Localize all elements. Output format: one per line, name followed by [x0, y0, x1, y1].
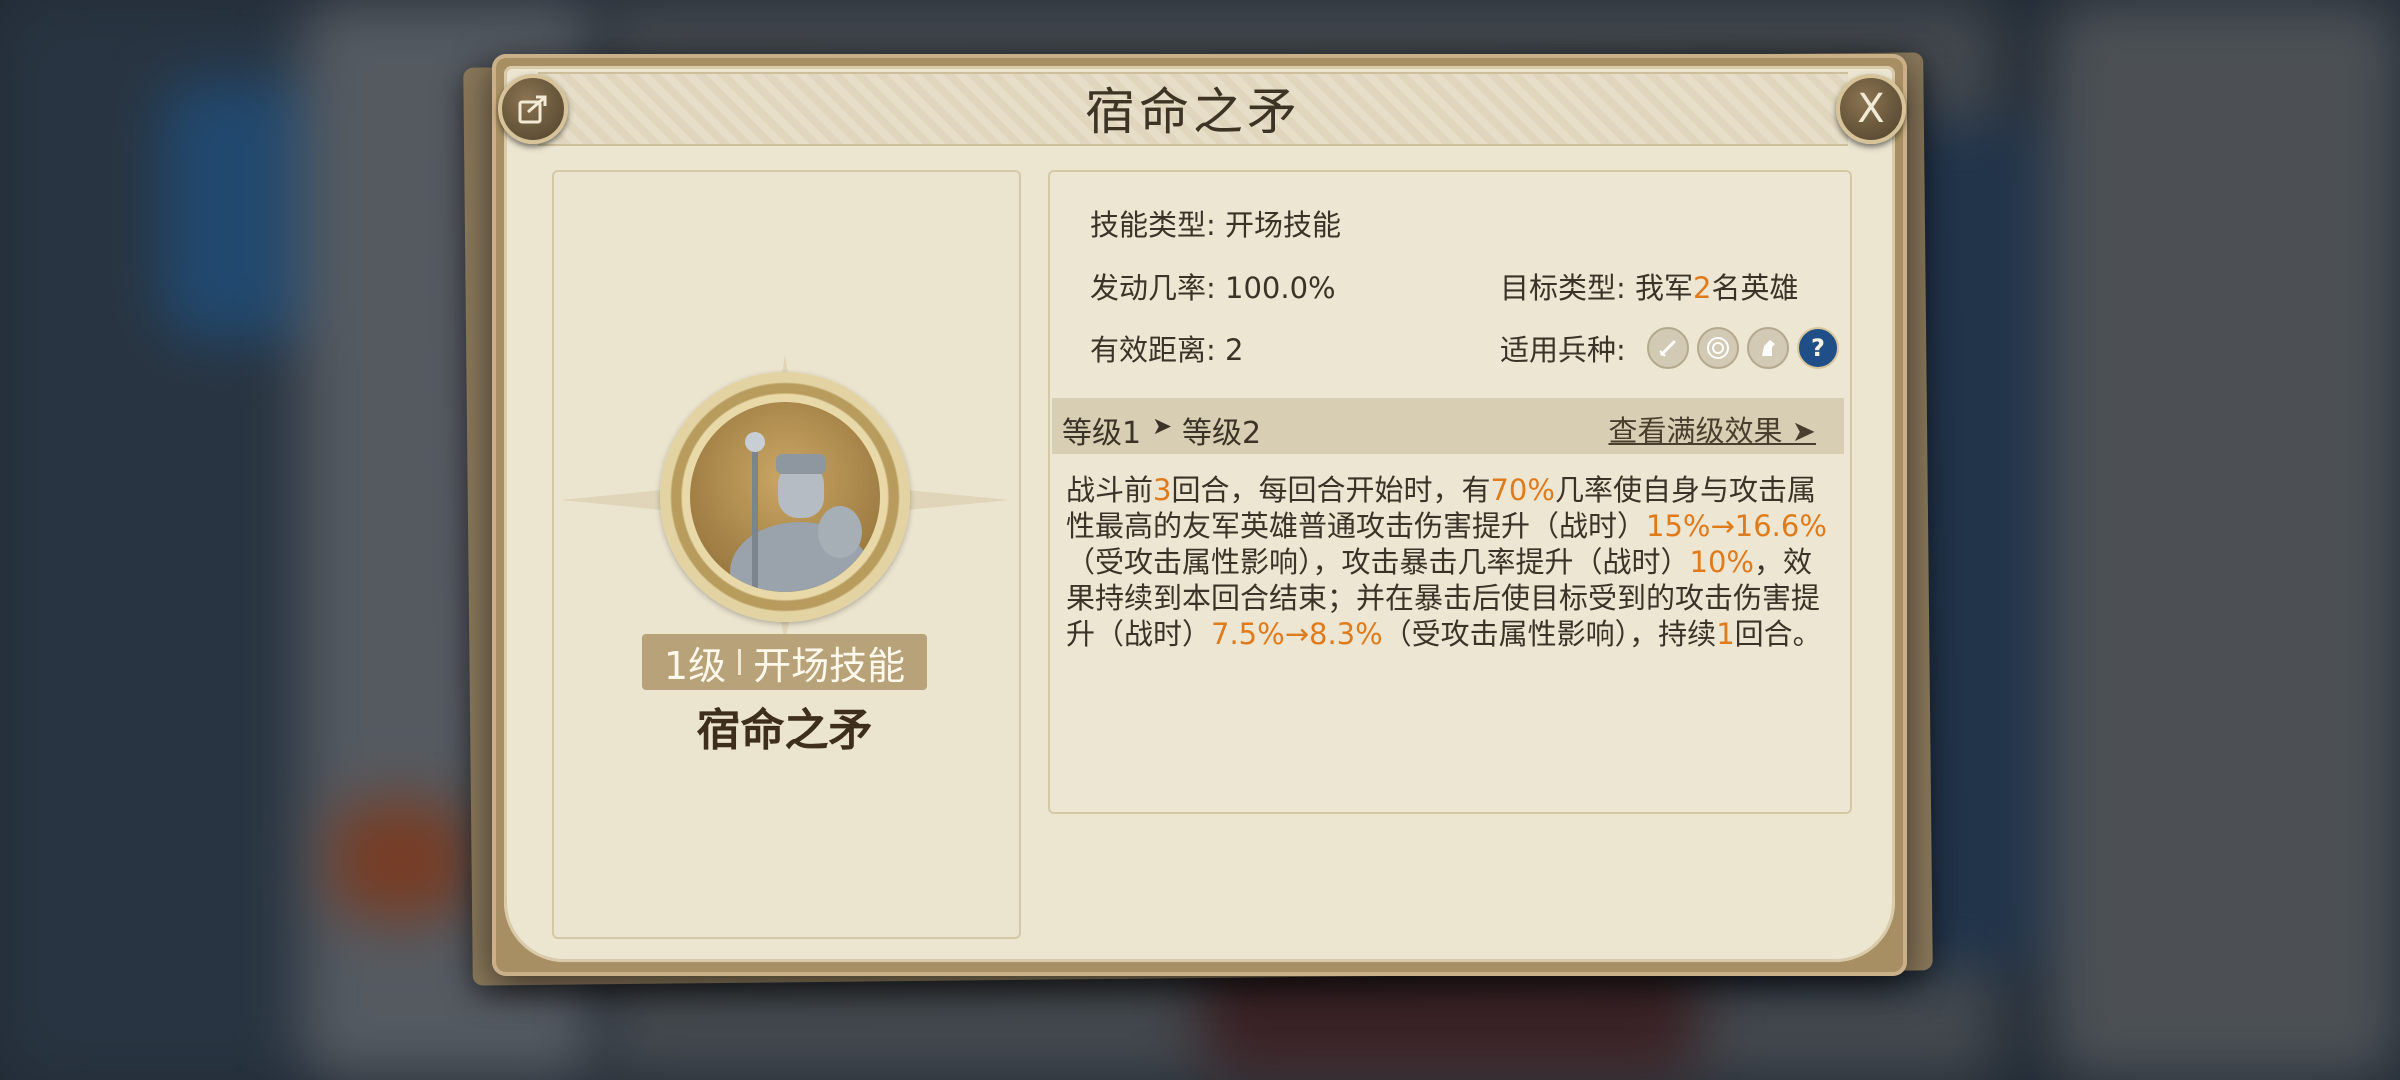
range-value: 2	[1225, 333, 1244, 367]
current-level: 等级1	[1062, 416, 1142, 451]
skill-type: 开场技能	[753, 643, 906, 688]
skill-type-row: 技能类型: 开场技能	[1090, 202, 1341, 244]
dialog-title: 宿命之矛	[1085, 83, 1301, 141]
sword-glyph-icon	[1659, 339, 1677, 357]
description-highlight: 3	[1153, 473, 1172, 507]
badge-separator	[738, 649, 742, 675]
question-mark: ?	[1811, 334, 1825, 362]
next-level: 等级2	[1182, 416, 1262, 451]
knight-portrait-icon	[730, 432, 870, 592]
skill-type-label: 技能类型:	[1090, 208, 1216, 242]
level-type-badge: 1级 开场技能	[642, 634, 927, 690]
description-text: 回合，每回合开始时，有	[1171, 473, 1491, 507]
skill-description: 战斗前3回合，每回合开始时，有70%几率使自身与攻击属性最高的友军英雄普通攻击伤…	[1066, 472, 1832, 652]
description-highlight: 1	[1716, 617, 1735, 651]
sword-icon[interactable]	[1647, 327, 1689, 369]
troop-types-row: 适用兵种:	[1500, 327, 1626, 369]
troop-types-label: 适用兵种:	[1500, 333, 1626, 367]
range-row: 有效距离: 2	[1090, 327, 1243, 369]
question-icon[interactable]: ?	[1797, 327, 1839, 369]
horse-icon[interactable]	[1747, 327, 1789, 369]
description-highlight: 10%	[1689, 545, 1754, 579]
target-count: 2	[1693, 271, 1712, 305]
target-type-suffix: 名英雄	[1711, 271, 1799, 305]
target-type-row: 目标类型: 我军2名英雄	[1500, 265, 1798, 307]
range-label: 有效距离:	[1090, 333, 1216, 367]
horse-glyph-icon	[1762, 340, 1775, 356]
share-button[interactable]	[498, 74, 568, 144]
target-type-prefix: 我军	[1635, 271, 1694, 305]
skill-type-value: 开场技能	[1225, 208, 1342, 242]
close-button[interactable]: X	[1836, 74, 1906, 144]
description-highlight: 15%→16.6%	[1646, 509, 1827, 543]
trigger-rate-label: 发动几率:	[1090, 271, 1216, 305]
skill-portrait	[660, 372, 910, 622]
description-text: 回合。	[1734, 617, 1822, 651]
description-highlight: 70%	[1490, 473, 1555, 507]
level-compare-bar: 等级1 ➤ 等级2 查看满级效果 ➤	[1052, 398, 1844, 454]
view-full-effect-link[interactable]: 查看满级效果 ➤	[1608, 408, 1816, 450]
description-text: （受攻击属性影响），攻击暴击几率提升（战时）	[1066, 545, 1690, 579]
description-text: （受攻击属性影响），持续	[1382, 617, 1717, 651]
skill-name: 宿命之矛	[696, 705, 873, 756]
level-arrow-icon: ➤	[1152, 412, 1173, 440]
description-text: 战斗前	[1066, 473, 1154, 507]
trigger-rate-row: 发动几率: 100.0%	[1090, 265, 1336, 307]
description-highlight: 7.5%→8.3%	[1211, 617, 1383, 651]
trigger-rate-value: 100.0%	[1225, 271, 1336, 305]
target-icon[interactable]	[1697, 327, 1739, 369]
skill-level: 1级	[663, 643, 727, 688]
close-icon: X	[1857, 86, 1885, 132]
share-icon	[518, 95, 547, 124]
target-glyph-icon	[1707, 337, 1729, 359]
target-type-label: 目标类型:	[1500, 271, 1626, 305]
